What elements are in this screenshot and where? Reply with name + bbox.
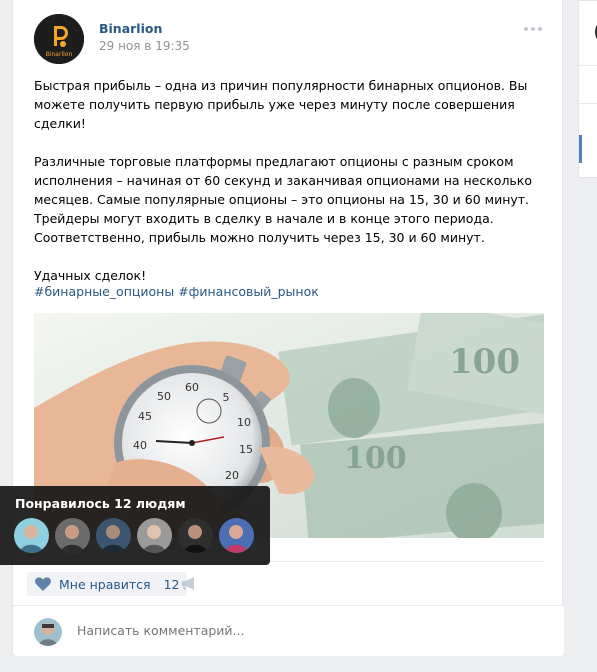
sidebar-divider (579, 65, 597, 66)
comment-area (13, 605, 564, 656)
hashtags: #бинарные_опционы #финансовый_рынок (34, 284, 323, 299)
liker-avatar[interactable] (137, 518, 172, 553)
hashtag-link[interactable]: #финансовый_рынок (178, 284, 319, 299)
more-options-icon[interactable] (524, 27, 542, 31)
liker-avatar[interactable] (96, 518, 131, 553)
like-count: 12 (163, 576, 180, 592)
post-paragraph: Удачных сделок! (34, 268, 147, 283)
comment-input[interactable] (77, 623, 527, 638)
user-avatar-icon (34, 618, 62, 646)
like-label: Мне нравится (59, 576, 151, 592)
svg-text:5: 5 (223, 391, 230, 404)
post-author[interactable]: Binarlion (99, 21, 162, 36)
svg-text:20: 20 (225, 469, 239, 482)
svg-text:100: 100 (449, 342, 520, 382)
liker-avatar[interactable] (178, 518, 213, 553)
heart-icon (35, 577, 51, 591)
right-sidebar-card (578, 0, 597, 178)
share-button[interactable] (181, 576, 197, 595)
author-avatar[interactable]: Binarlion (34, 14, 84, 64)
svg-text:60: 60 (185, 381, 199, 394)
post-paragraph: Различные торговые платформы предлагают … (34, 154, 532, 245)
liker-avatar[interactable] (55, 518, 90, 553)
svg-text:10: 10 (237, 416, 251, 429)
likes-tooltip-title[interactable]: Понравилось 12 людям (15, 496, 186, 511)
liker-avatar[interactable] (14, 518, 49, 553)
svg-text:40: 40 (133, 439, 147, 452)
megaphone-icon (182, 577, 194, 590)
like-button[interactable]: Мне нравится 12 (27, 572, 188, 596)
likes-tooltip: Понравилось 12 людям (0, 486, 270, 565)
svg-text:45: 45 (138, 410, 152, 423)
sidebar-selected-indicator (579, 135, 582, 163)
likers-list (14, 518, 254, 553)
post-date[interactable]: 29 ноя в 19:35 (99, 39, 190, 53)
current-user-avatar[interactable] (34, 618, 62, 646)
svg-text:15: 15 (239, 443, 253, 456)
svg-text:Binarlion: Binarlion (46, 51, 73, 58)
hashtag-link[interactable]: #бинарные_опционы (34, 284, 174, 299)
binarlion-logo-icon: Binarlion (34, 14, 84, 64)
svg-text:50: 50 (157, 390, 171, 403)
sidebar-divider (579, 103, 597, 104)
liker-avatar[interactable] (219, 518, 254, 553)
post-paragraph: Быстрая прибыль – одна из причин популяр… (34, 78, 528, 131)
svg-text:100: 100 (344, 441, 407, 476)
post-text: Быстрая прибыль – одна из причин популяр… (34, 76, 544, 304)
